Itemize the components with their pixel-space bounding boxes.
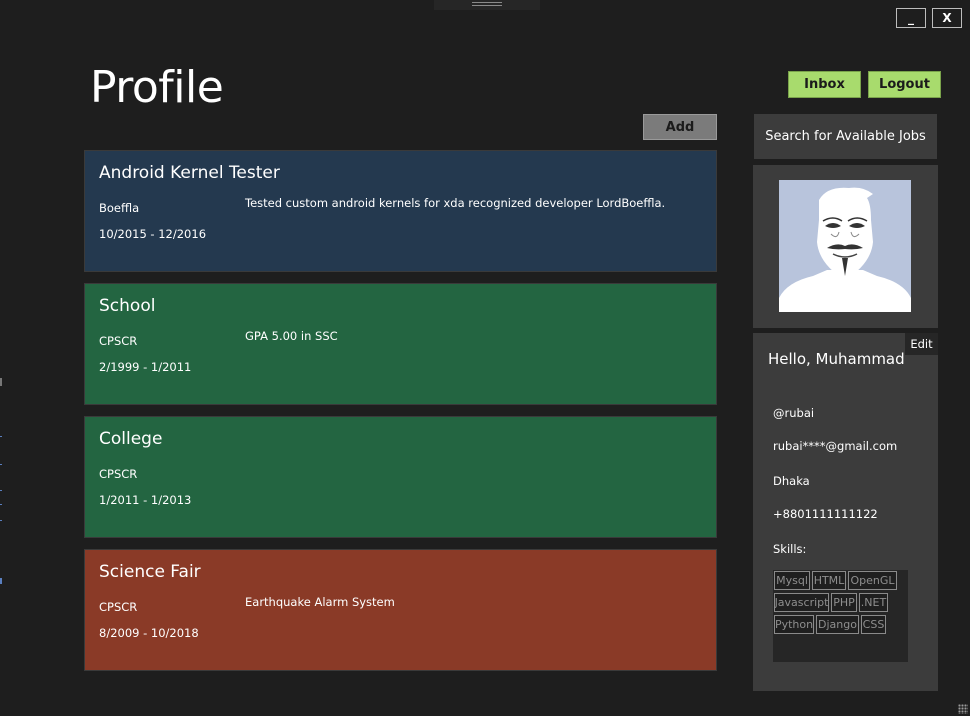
skill-tag[interactable]: CSS: [861, 615, 886, 634]
experience-dates: 2/1999 - 1/2011: [99, 360, 192, 374]
experience-title: College: [99, 429, 163, 449]
experience-description: GPA 5.00 in SSC: [245, 329, 338, 343]
experience-title: School: [99, 296, 156, 316]
experience-title: Science Fair: [99, 562, 201, 582]
window-drag-handle[interactable]: [434, 0, 540, 10]
search-jobs-button[interactable]: Search for Available Jobs: [754, 114, 937, 159]
experience-organization: CPSCR: [99, 600, 138, 614]
inbox-button[interactable]: Inbox: [788, 71, 861, 98]
skill-tag[interactable]: .NET: [859, 593, 888, 612]
experience-card[interactable]: Science Fair CPSCR 8/2009 - 10/2018 Eart…: [84, 549, 717, 671]
experience-title: Android Kernel Tester: [99, 163, 280, 183]
user-email: rubai****@gmail.com: [773, 439, 898, 453]
profile-info-panel: Edit Hello, Muhammad @rubai rubai****@gm…: [753, 333, 938, 691]
resize-grip[interactable]: [958, 704, 968, 714]
skill-tag[interactable]: Mysql: [774, 571, 810, 590]
add-experience-button[interactable]: Add: [643, 114, 717, 140]
avatar[interactable]: [779, 180, 911, 312]
close-button[interactable]: X: [932, 8, 962, 28]
experience-card[interactable]: College CPSCR 1/2011 - 1/2013: [84, 416, 717, 538]
experience-organization: Boeffla: [99, 201, 140, 215]
experience-card[interactable]: School CPSCR 2/1999 - 1/2011 GPA 5.00 in…: [84, 283, 717, 405]
edge-decoration: [0, 378, 3, 588]
logout-button[interactable]: Logout: [868, 71, 941, 98]
experience-organization: CPSCR: [99, 467, 138, 481]
user-handle: @rubai: [773, 406, 815, 420]
skills-list: Mysql HTML OpenGL Javascript PHP .NET Py…: [773, 570, 908, 662]
experience-dates: 1/2011 - 1/2013: [99, 493, 192, 507]
experience-organization: CPSCR: [99, 334, 138, 348]
skill-tag[interactable]: Python: [774, 615, 814, 634]
greeting: Hello, Muhammad: [768, 350, 905, 368]
skill-tag[interactable]: HTML: [812, 571, 846, 590]
experience-description: Tested custom android kernels for xda re…: [245, 196, 666, 210]
experience-dates: 10/2015 - 12/2016: [99, 227, 207, 241]
skill-tag[interactable]: OpenGL: [848, 571, 897, 590]
skill-tag[interactable]: Django: [816, 615, 859, 634]
page-title: Profile: [90, 62, 224, 113]
skill-tag[interactable]: Javascript: [774, 593, 829, 612]
skill-tag[interactable]: PHP: [831, 593, 857, 612]
minimize-button[interactable]: _: [896, 8, 926, 28]
edit-profile-button[interactable]: Edit: [905, 333, 938, 355]
user-phone: +8801111111122: [773, 507, 878, 521]
avatar-panel: [753, 165, 938, 328]
experience-card[interactable]: Android Kernel Tester Boeffla 10/2015 - …: [84, 150, 717, 272]
skills-label: Skills:: [773, 542, 807, 556]
experience-description: Earthquake Alarm System: [245, 595, 395, 609]
experience-dates: 8/2009 - 10/2018: [99, 626, 199, 640]
anonymous-mask-icon: [779, 187, 911, 312]
user-city: Dhaka: [773, 474, 810, 488]
